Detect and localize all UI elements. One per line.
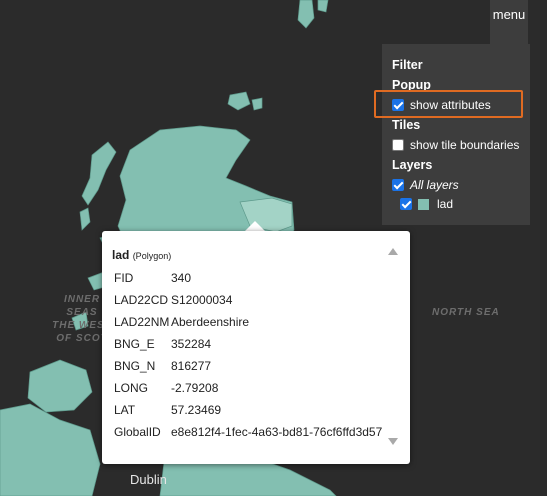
attribute-value: 340 [171, 271, 192, 285]
sea-label-line: NORTH SEA [432, 307, 500, 318]
all-layers-label[interactable]: All layers [410, 178, 459, 192]
layer-lad-label[interactable]: lad [437, 197, 453, 211]
popup-title: lad (Polygon) [112, 248, 171, 262]
sea-label-north-sea: NORTH SEA [432, 306, 500, 319]
scroll-down-arrow-icon[interactable] [388, 438, 398, 445]
all-layers-checkbox[interactable] [392, 179, 404, 191]
attribute-key: LAT [114, 403, 136, 417]
attribute-key: LONG [114, 381, 149, 395]
tiles-heading: Tiles [392, 118, 421, 132]
attribute-key: LAD22NM [114, 315, 170, 329]
popup-layer-name: lad [112, 248, 130, 262]
layer-color-swatch [418, 198, 429, 210]
attribute-key: GlobalID [114, 425, 161, 439]
show-tile-boundaries-row[interactable]: show tile boundaries [392, 138, 519, 152]
attribute-value: 816277 [171, 359, 212, 373]
feature-popup: lad (Polygon) FID 340 LAD22CD S12000034 … [102, 231, 410, 464]
attribute-value: -2.79208 [171, 381, 219, 395]
layers-heading: Layers [392, 158, 433, 172]
layer-lad-row[interactable]: lad [400, 197, 453, 211]
show-tile-boundaries-label[interactable]: show tile boundaries [410, 138, 519, 152]
shetland-islands-2 [317, 0, 329, 13]
layer-lad-checkbox[interactable] [400, 198, 412, 210]
show-attributes-highlight [374, 90, 523, 118]
menu-button[interactable]: menu [490, 0, 528, 44]
scroll-up-arrow-icon[interactable] [388, 248, 398, 255]
filter-heading: Filter [392, 58, 423, 72]
attribute-value: 57.23469 [171, 403, 222, 417]
attribute-key: FID [114, 271, 134, 285]
attribute-value: e8e812f4-1fec-4a63-bd81-76cf6ffd3d57 [171, 425, 383, 439]
attribute-value: Aberdeenshire [171, 315, 250, 329]
city-label-dublin: Dublin [130, 472, 167, 487]
attribute-value: 352284 [171, 337, 212, 351]
all-layers-row[interactable]: All layers [392, 178, 459, 192]
filter-panel: Filter Popup show attributes Tiles show … [382, 44, 530, 225]
attribute-value: S12000034 [171, 293, 233, 307]
attribute-key: BNG_N [114, 359, 156, 373]
orkney-islands-2 [251, 97, 263, 111]
attribute-key: BNG_E [114, 337, 155, 351]
show-tile-boundaries-checkbox[interactable] [392, 139, 404, 151]
popup-geometry-type: (Polygon) [132, 251, 172, 261]
attribute-key: LAD22CD [114, 293, 169, 307]
